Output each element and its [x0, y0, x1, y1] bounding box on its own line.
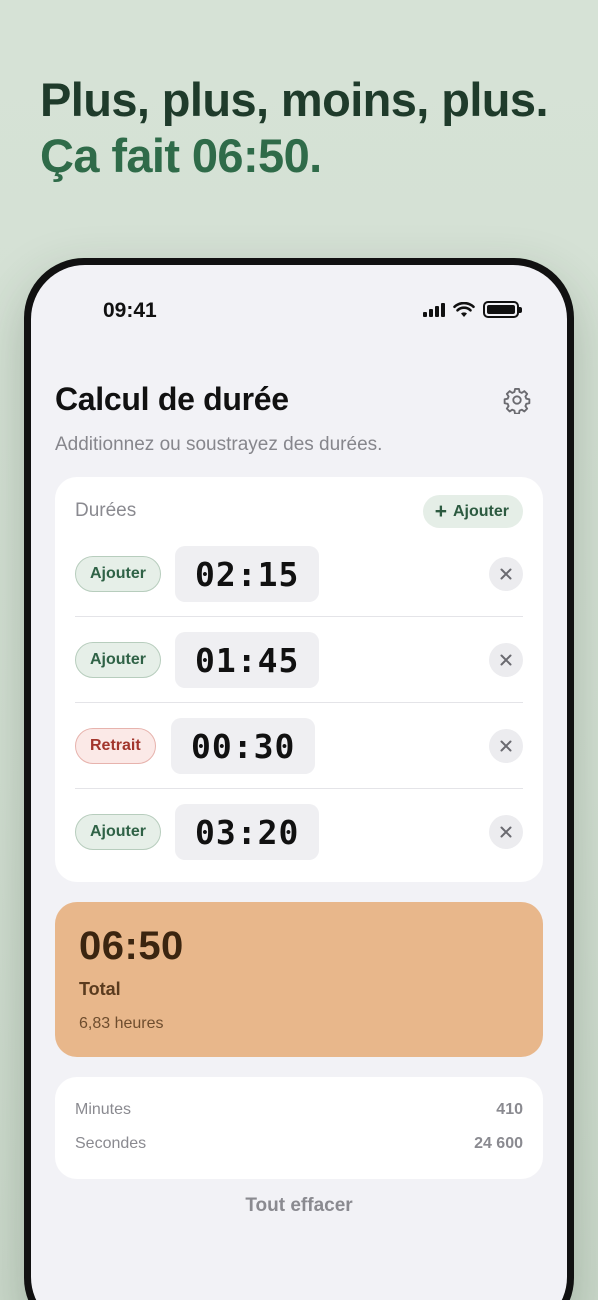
durations-card: Durées + Ajouter Ajouter 02:15 Ajouter 0…	[55, 477, 543, 882]
stat-row-seconds: Secondes 24 600	[75, 1135, 523, 1159]
stat-label: Minutes	[75, 1101, 132, 1118]
page-title: Calcul de durée	[55, 381, 289, 417]
gear-icon[interactable]	[503, 386, 531, 414]
duration-time-input[interactable]: 01:45	[175, 632, 320, 688]
duration-time-input[interactable]: 02:15	[175, 546, 320, 602]
clear-all-button[interactable]: Tout effacer	[31, 1195, 567, 1217]
close-icon	[500, 740, 512, 752]
duration-time-input[interactable]: 00:30	[171, 718, 316, 774]
stat-row-minutes: Minutes 410	[75, 1101, 523, 1125]
phone-frame: 09:41 Calcul de durée Additionnez ou sou…	[24, 258, 574, 1300]
duration-row: Ajouter 01:45	[75, 617, 523, 703]
stat-label: Secondes	[75, 1135, 147, 1152]
total-label: Total	[79, 979, 121, 999]
promo-headline: Plus, plus, moins, plus. Ça fait 06:50.	[40, 72, 549, 184]
close-icon	[500, 654, 512, 666]
duration-row: Retrait 00:30	[75, 703, 523, 789]
battery-icon	[483, 301, 522, 318]
close-icon	[500, 826, 512, 838]
stats-card: Minutes 410 Secondes 24 600	[55, 1077, 543, 1179]
durations-header: Durées + Ajouter	[75, 495, 523, 529]
app-screen: 09:41 Calcul de durée Additionnez ou sou…	[31, 265, 567, 1300]
remove-duration-button[interactable]	[489, 557, 523, 591]
remove-duration-button[interactable]	[489, 643, 523, 677]
wifi-icon	[453, 301, 475, 317]
duration-time-input[interactable]: 03:20	[175, 804, 320, 860]
status-time: 09:41	[103, 299, 157, 322]
headline-line-1: Plus, plus, moins, plus.	[40, 73, 549, 126]
remove-duration-button[interactable]	[489, 729, 523, 763]
stat-value: 410	[496, 1101, 523, 1118]
plus-icon: +	[434, 500, 447, 523]
page-subtitle: Additionnez ou soustrayez des durées.	[55, 434, 383, 455]
status-bar: 09:41	[31, 299, 567, 323]
remove-duration-button[interactable]	[489, 815, 523, 849]
mode-toggle[interactable]: Ajouter	[75, 556, 161, 592]
stat-value: 24 600	[474, 1135, 523, 1152]
add-duration-button[interactable]: + Ajouter	[422, 495, 523, 528]
headline-line-2: Ça fait 06:50.	[40, 129, 322, 182]
duration-row: Ajouter 02:15	[75, 531, 523, 617]
durations-label: Durées	[75, 500, 137, 521]
mode-toggle[interactable]: Retrait	[75, 728, 156, 764]
total-hours: 6,83 heures	[79, 1015, 164, 1032]
status-icons	[423, 301, 522, 318]
add-duration-label: Ajouter	[453, 502, 509, 520]
total-value: 06:50	[79, 924, 184, 968]
total-card: 06:50 Total 6,83 heures	[55, 902, 543, 1057]
close-icon	[500, 568, 512, 580]
mode-toggle[interactable]: Ajouter	[75, 642, 161, 678]
mode-toggle[interactable]: Ajouter	[75, 814, 161, 850]
cellular-signal-icon	[423, 302, 445, 317]
duration-row: Ajouter 03:20	[75, 789, 523, 875]
